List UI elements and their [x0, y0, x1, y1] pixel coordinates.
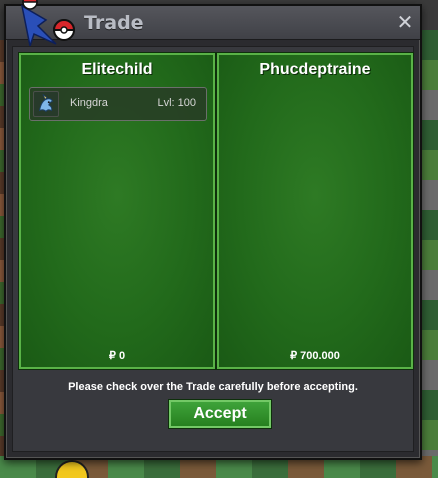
dialog-title: Trade [84, 12, 144, 34]
title-bar[interactable]: Trade ✕ [6, 0, 420, 49]
trade-dialog: Trade ✕ Elitechild Kingdra Lvl: 100 ₽ 0 … [4, 0, 422, 460]
pokemon-logo-icon [20, 0, 76, 49]
kingdra-icon [33, 91, 59, 117]
partner-money-offer: ₽ 700.000 [290, 350, 340, 362]
partner-offer-panel[interactable]: Phucdeptraine ₽ 700.000 [217, 53, 413, 369]
partner-trainer-name: Phucdeptraine [259, 61, 371, 78]
my-money-offer: ₽ 0 [108, 350, 126, 362]
background-tiles-right [420, 30, 438, 478]
close-icon[interactable]: ✕ [396, 12, 414, 32]
trade-warning-text: Please check over the Trade carefully be… [68, 381, 358, 393]
my-trainer-name: Elitechild [81, 61, 153, 78]
offered-pokemon-slot[interactable]: Kingdra Lvl: 100 [29, 87, 207, 121]
my-offer-panel[interactable]: Elitechild Kingdra Lvl: 100 ₽ 0 [19, 53, 215, 369]
trade-content: Elitechild Kingdra Lvl: 100 ₽ 0 Phucdept… [12, 46, 414, 452]
pokemon-level: Lvl: 100 [157, 97, 196, 109]
accept-button[interactable]: Accept [169, 400, 271, 428]
pokemon-name: Kingdra [70, 97, 108, 109]
